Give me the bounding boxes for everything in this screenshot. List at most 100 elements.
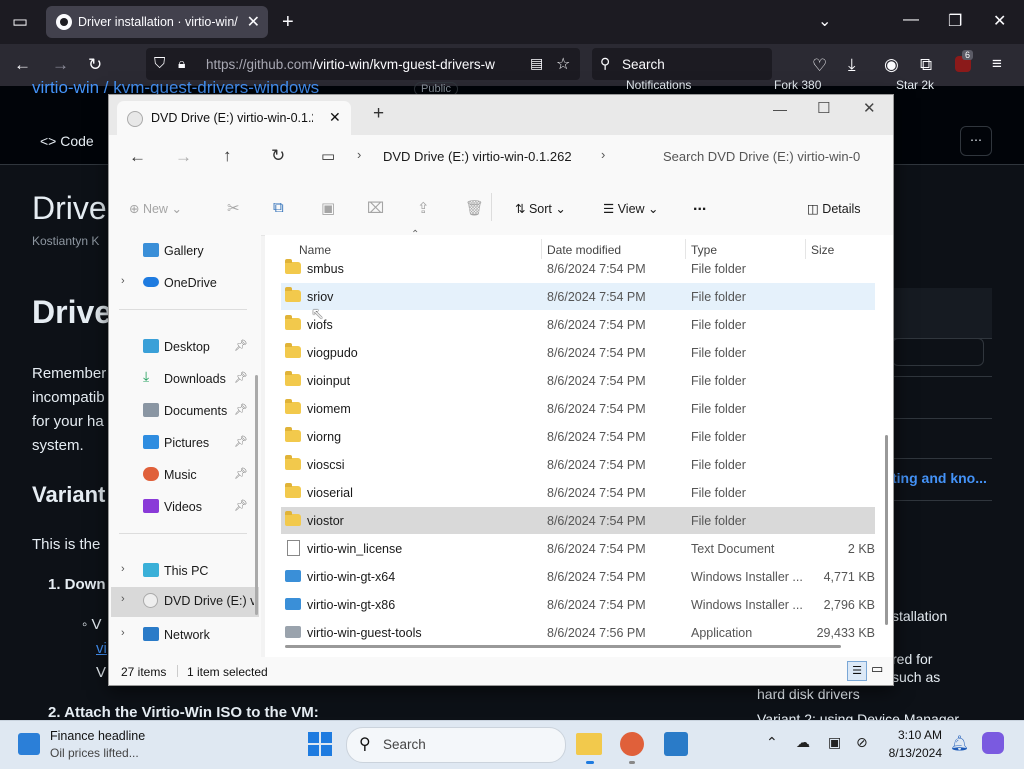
file-explorer-taskbar-icon[interactable] [576,733,602,755]
close-tab-icon[interactable]: ✕ [247,12,260,32]
new-tab-button[interactable]: + [373,103,384,125]
extensions-icon[interactable]: ⧉ [920,55,932,75]
tiles-view-icon[interactable]: ▭ [871,661,883,677]
file-row[interactable]: vioscsi 8/6/2024 7:54 PM File folder [281,451,875,478]
sidebar-item-gallery[interactable]: Gallery [119,237,259,265]
chevron-right-icon[interactable]: › [601,147,605,162]
store-taskbar-icon[interactable] [664,732,688,756]
horizontal-scrollbar[interactable] [285,645,841,648]
firefox-taskbar-icon[interactable] [620,732,644,756]
file-row[interactable]: virtio-win_license 8/6/2024 7:54 PM Text D… [281,535,875,562]
forward-icon[interactable]: → [175,147,192,167]
sort-button[interactable]: ⇅ Sort ⌄ [515,201,566,216]
vertical-scrollbar[interactable] [885,435,888,625]
file-row[interactable]: viorng 8/6/2024 7:54 PM File folder [281,423,875,450]
share-icon[interactable]: ⇪ [417,199,430,217]
url-bar[interactable]: ⛉ 🔒︎ https://github.com/virtio-win/kvm-g… [146,48,580,80]
cloud-offline-icon[interactable]: ☁ [796,734,810,751]
sidebar-item-documents[interactable]: Documents 📌︎ [119,397,259,425]
file-row[interactable]: viogpudo 8/6/2024 7:54 PM File folder [281,339,875,366]
list-all-tabs-icon[interactable]: ⌄ [818,11,831,31]
sidebar-item-dvd-drive[interactable]: › DVD Drive (E:) vi [111,587,259,617]
sidebar-item-onedrive[interactable]: › OneDrive [119,269,259,297]
details-view-icon[interactable]: ☰ [847,661,867,681]
chevron-right-icon[interactable]: › [357,147,361,162]
reader-view-icon[interactable]: ▤ [530,55,543,72]
fork-button[interactable]: Fork 380 [774,78,821,92]
clock-time[interactable]: 3:10 AM [884,728,942,742]
star-button[interactable]: Star 2k [896,78,934,92]
browser-tab-active[interactable]: Driver installation · virtio-win/k ✕ [46,6,268,38]
file-row[interactable]: sriov 8/6/2024 7:54 PM File folder [281,283,875,310]
address-bar[interactable]: ▭ › DVD Drive (E:) virtio-win-0.1.262 › [305,139,645,173]
delete-icon[interactable]: 🗑︎ [465,199,484,217]
sidebar-item-desktop[interactable]: Desktop 📌︎ [119,333,259,361]
cut-icon[interactable]: ✂ [227,199,240,217]
copy-icon[interactable]: ⧉ [273,199,284,216]
more-options-button[interactable]: ⋯ [960,126,992,156]
chevron-right-icon[interactable]: › [121,563,125,575]
file-row[interactable]: viofs 8/6/2024 7:54 PM File folder [281,311,875,338]
sidebar-item-videos[interactable]: Videos 📌︎ [119,493,259,521]
sidebar-item-downloads[interactable]: ⤓ Downloads 📌︎ [119,365,259,393]
new-button[interactable]: ⊕ New ⌄ [129,201,182,216]
clock-date[interactable]: 8/13/2024 [882,746,942,760]
taskbar-search[interactable]: ⚲ Search [346,727,566,763]
forward-icon[interactable]: → [52,55,69,75]
start-button[interactable] [308,732,332,756]
tab-list-icon[interactable]: ▭ [12,12,28,32]
sub-link[interactable]: vi [96,640,107,657]
close-window-icon[interactable]: ✕ [863,99,876,117]
news-widget-icon[interactable] [18,733,40,755]
network-status-icon[interactable]: ⊘ [856,734,868,751]
browser-search-box[interactable]: ⚲ Search [592,48,772,80]
paste-icon[interactable]: ▣ [321,199,335,217]
restore-window-icon[interactable]: ❐ [948,11,962,31]
file-row[interactable]: viomem 8/6/2024 7:54 PM File folder [281,395,875,422]
explorer-search-box[interactable]: Search DVD Drive (E:) virtio-win-0 [649,139,893,173]
file-row[interactable]: virtio-win-gt-x86 8/6/2024 7:54 PM Windows… [281,591,875,618]
device-icon[interactable]: ▣ [828,734,841,751]
file-row[interactable]: virtio-win-gt-x64 8/6/2024 7:54 PM Windows… [281,563,875,590]
close-tab-icon[interactable]: ✕ [329,109,341,126]
code-tab[interactable]: <> Code [40,133,94,149]
sidebar-item-network[interactable]: › Network [119,621,259,649]
menu-icon[interactable]: ≡ [992,54,1002,74]
pocket-icon[interactable]: ♡ [812,56,827,76]
news-subtext[interactable]: Oil prices lifted... [50,746,139,760]
notification-bell-icon[interactable]: 🔔︎ [950,734,969,752]
file-row[interactable]: vioinput 8/6/2024 7:54 PM File folder [281,367,875,394]
file-row[interactable]: vioserial 8/6/2024 7:54 PM File folder [281,479,875,506]
copilot-icon[interactable] [982,732,1004,754]
sidebar-item-pictures[interactable]: Pictures 📌︎ [119,429,259,457]
file-row[interactable]: viostor 8/6/2024 7:54 PM File folder [281,507,875,534]
chevron-right-icon[interactable]: › [121,593,125,605]
sidebar-item-this-pc[interactable]: › This PC [119,557,259,585]
details-pane-button[interactable]: ◫ Details [807,201,861,216]
minimize-window-icon[interactable]: — [903,11,919,29]
notifications-button[interactable]: Notifications [626,78,691,92]
maximize-window-icon[interactable]: ☐ [817,99,830,117]
reload-icon[interactable]: ↻ [88,55,102,75]
sidebar-scrollbar[interactable] [255,375,258,615]
back-icon[interactable]: ← [129,147,146,167]
new-tab-button[interactable]: + [282,11,294,34]
file-row[interactable]: virtio-win-guest-tools 8/6/2024 7:56 PM Ap… [281,619,875,646]
sidebar-link[interactable]: ting and kno... [892,470,987,486]
account-icon[interactable]: ◉ [884,55,899,75]
chevron-up-icon[interactable]: ⌃ [766,734,778,751]
up-icon[interactable]: ↑ [223,146,232,166]
lock-icon[interactable]: 🔒︎ [178,55,185,72]
chevron-right-icon[interactable]: › [121,275,125,287]
rename-icon[interactable]: ⌧ [367,199,384,217]
news-headline[interactable]: Finance headline [50,729,145,743]
downloads-icon[interactable]: ⤓ [848,55,856,75]
view-button[interactable]: ☰ View ⌄ [603,201,659,216]
close-window-icon[interactable]: ✕ [993,11,1006,31]
file-row[interactable]: smbus 8/6/2024 7:54 PM File folder [281,255,875,282]
explorer-tab[interactable]: DVD Drive (E:) virtio-win-0.1.2( ✕ [117,101,351,135]
bookmark-star-icon[interactable]: ☆ [556,54,570,74]
minimize-window-icon[interactable]: — [773,101,787,117]
back-icon[interactable]: ← [14,55,31,75]
sidebar-item-music[interactable]: Music 📌︎ [119,461,259,489]
